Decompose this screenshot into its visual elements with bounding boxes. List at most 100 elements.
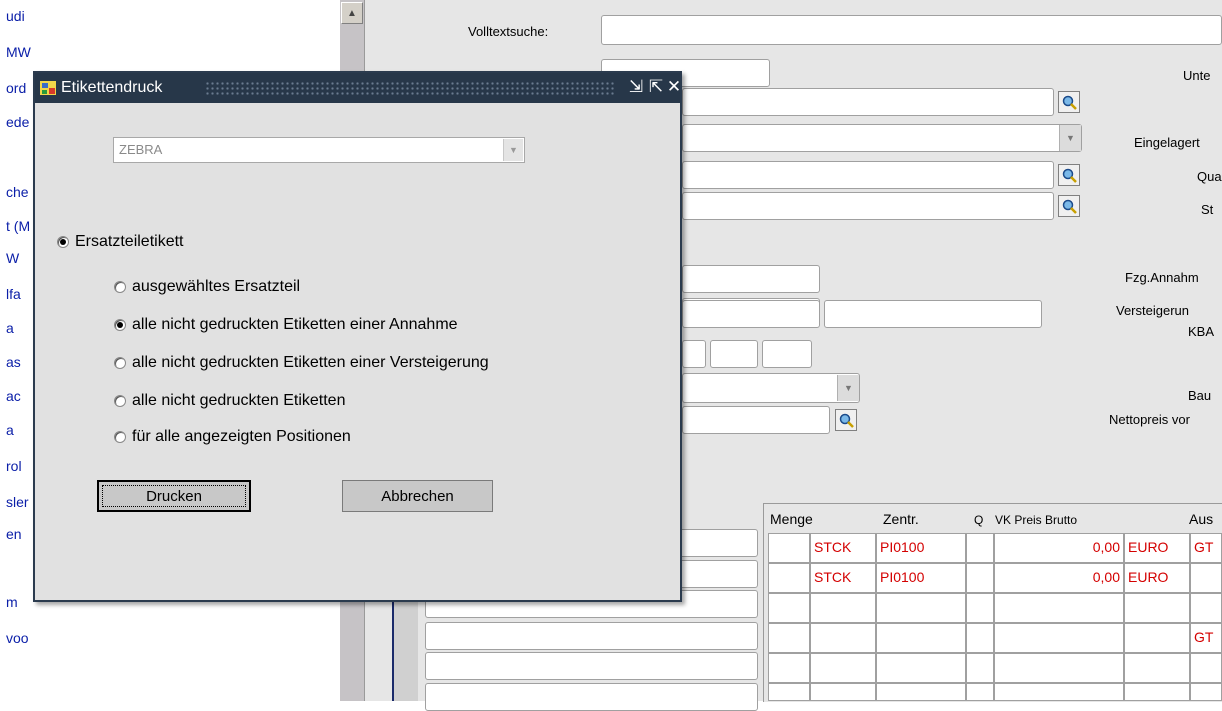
table-cell[interactable] bbox=[810, 593, 876, 623]
radio-button[interactable] bbox=[114, 319, 126, 331]
form-field[interactable] bbox=[682, 192, 1054, 220]
table-cell[interactable] bbox=[994, 623, 1124, 653]
radio-label: ausgewähltes Ersatzteil bbox=[132, 278, 301, 295]
table-cell[interactable] bbox=[876, 653, 966, 683]
field-label: Versteigerun bbox=[1116, 303, 1189, 318]
table-cell[interactable] bbox=[994, 683, 1124, 701]
table-cell[interactable] bbox=[768, 593, 810, 623]
form-field[interactable] bbox=[682, 161, 1054, 189]
table-cell[interactable] bbox=[876, 623, 966, 653]
focus-outline bbox=[102, 485, 246, 507]
form-field[interactable] bbox=[682, 265, 820, 293]
radio-button[interactable] bbox=[57, 236, 69, 248]
table-cell[interactable] bbox=[994, 593, 1124, 623]
table-cell[interactable]: PI0100 bbox=[876, 533, 966, 563]
table-cell[interactable] bbox=[966, 683, 994, 701]
print-button[interactable]: Drucken bbox=[97, 480, 251, 512]
radio-option-versteigerung[interactable]: alle nicht gedruckten Etiketten einer Ve… bbox=[114, 354, 489, 372]
table-cell[interactable] bbox=[966, 653, 994, 683]
list-item[interactable]: udi bbox=[6, 8, 46, 24]
table-cell[interactable]: EURO bbox=[1124, 563, 1190, 593]
form-field[interactable] bbox=[824, 300, 1042, 328]
table-cell[interactable]: EURO bbox=[1124, 533, 1190, 563]
table-cell[interactable] bbox=[810, 683, 876, 701]
form-field[interactable] bbox=[682, 300, 820, 328]
field-label: Qua bbox=[1197, 169, 1222, 184]
radio-option-all-unprinted[interactable]: alle nicht gedruckten Etiketten bbox=[114, 392, 345, 410]
field-label: KBA bbox=[1188, 324, 1215, 339]
radio-option-all-displayed[interactable]: für alle angezeigten Positionen bbox=[114, 428, 351, 446]
table-cell[interactable] bbox=[1190, 593, 1222, 623]
form-field[interactable] bbox=[762, 340, 812, 368]
close-icon[interactable]: ✕ bbox=[663, 76, 685, 98]
form-field[interactable] bbox=[710, 340, 758, 368]
column-header: Aus bbox=[1189, 511, 1214, 527]
table-cell[interactable] bbox=[768, 533, 810, 563]
table-cell[interactable] bbox=[876, 683, 966, 701]
table-cell[interactable] bbox=[1124, 593, 1190, 623]
printer-select[interactable]: ZEBRA ▼ bbox=[113, 137, 525, 163]
radio-ersatzteiletikett[interactable]: Ersatzteiletikett bbox=[57, 233, 183, 251]
column-header: VK Preis Brutto bbox=[995, 513, 1078, 527]
table-cell[interactable] bbox=[810, 623, 876, 653]
list-item[interactable]: voo bbox=[6, 630, 46, 646]
table-cell[interactable] bbox=[876, 593, 966, 623]
table-cell[interactable]: STCK bbox=[810, 533, 876, 563]
table-cell[interactable]: 0,00 bbox=[994, 563, 1124, 593]
table-cell[interactable] bbox=[966, 593, 994, 623]
chevron-down-icon[interactable]: ▼ bbox=[1059, 125, 1081, 151]
table-cell[interactable] bbox=[966, 533, 994, 563]
table-cell[interactable] bbox=[966, 563, 994, 593]
dialog-titlebar[interactable]: Etikettendruck ⇲ ⇱ ✕ bbox=[35, 73, 681, 103]
table-cell[interactable]: PI0100 bbox=[876, 563, 966, 593]
form-dropdown[interactable] bbox=[682, 124, 1082, 152]
table-cell[interactable] bbox=[425, 652, 758, 680]
radio-button[interactable] bbox=[114, 431, 126, 443]
radio-button[interactable] bbox=[114, 281, 126, 293]
table-cell[interactable] bbox=[425, 622, 758, 650]
form-field[interactable] bbox=[682, 340, 706, 368]
fulltext-label: Volltextsuche: bbox=[468, 24, 549, 39]
table-cell[interactable] bbox=[768, 653, 810, 683]
cancel-button[interactable]: Abbrechen bbox=[342, 480, 493, 512]
chevron-down-icon[interactable]: ▼ bbox=[837, 375, 859, 401]
table-cell[interactable] bbox=[768, 623, 810, 653]
radio-button[interactable] bbox=[114, 395, 126, 407]
table-cell[interactable] bbox=[768, 683, 810, 701]
column-header: Menge bbox=[770, 511, 813, 527]
radio-button[interactable] bbox=[114, 357, 126, 369]
table-cell[interactable]: STCK bbox=[810, 563, 876, 593]
table-cell[interactable] bbox=[1190, 683, 1222, 701]
table-cell[interactable] bbox=[425, 683, 758, 711]
scroll-up-arrow-icon[interactable]: ▲ bbox=[341, 2, 363, 24]
lookup-search-icon[interactable] bbox=[1058, 91, 1080, 113]
form-field[interactable] bbox=[682, 88, 1054, 116]
table-cell[interactable]: GT bbox=[1190, 623, 1222, 653]
table-cell[interactable] bbox=[1124, 683, 1190, 701]
table-cell[interactable] bbox=[810, 653, 876, 683]
table-cell[interactable]: 0,00 bbox=[994, 533, 1124, 563]
fulltext-search-input[interactable] bbox=[601, 15, 1222, 45]
table-cell[interactable] bbox=[1124, 623, 1190, 653]
table-cell[interactable] bbox=[768, 563, 810, 593]
lookup-search-icon[interactable] bbox=[1058, 195, 1080, 217]
radio-option-annahme[interactable]: alle nicht gedruckten Etiketten einer An… bbox=[114, 316, 458, 334]
form-dropdown[interactable] bbox=[682, 373, 860, 403]
label-print-dialog: Etikettendruck ⇲ ⇱ ✕ ZEBRA ▼ Ersatzteile… bbox=[33, 71, 682, 602]
lookup-search-icon[interactable] bbox=[1058, 164, 1080, 186]
table-cell[interactable] bbox=[1124, 653, 1190, 683]
form-field[interactable] bbox=[682, 406, 830, 434]
radio-label: alle nicht gedruckten Etiketten bbox=[132, 392, 346, 409]
chevron-down-icon[interactable]: ▼ bbox=[503, 139, 523, 161]
table-cell[interactable] bbox=[966, 623, 994, 653]
table-cell[interactable] bbox=[1190, 563, 1222, 593]
table-cell[interactable]: GT bbox=[1190, 533, 1222, 563]
minimize-icon[interactable]: ⇲ bbox=[625, 76, 647, 98]
lookup-search-icon[interactable] bbox=[835, 409, 857, 431]
list-item[interactable]: MW bbox=[6, 44, 46, 60]
table-cell[interactable] bbox=[994, 653, 1124, 683]
dialog-title: Etikettendruck bbox=[61, 79, 163, 96]
table-cell[interactable] bbox=[1190, 653, 1222, 683]
column-header: Q bbox=[974, 513, 984, 527]
radio-option-selected-part[interactable]: ausgewähltes Ersatzteil bbox=[114, 278, 300, 296]
